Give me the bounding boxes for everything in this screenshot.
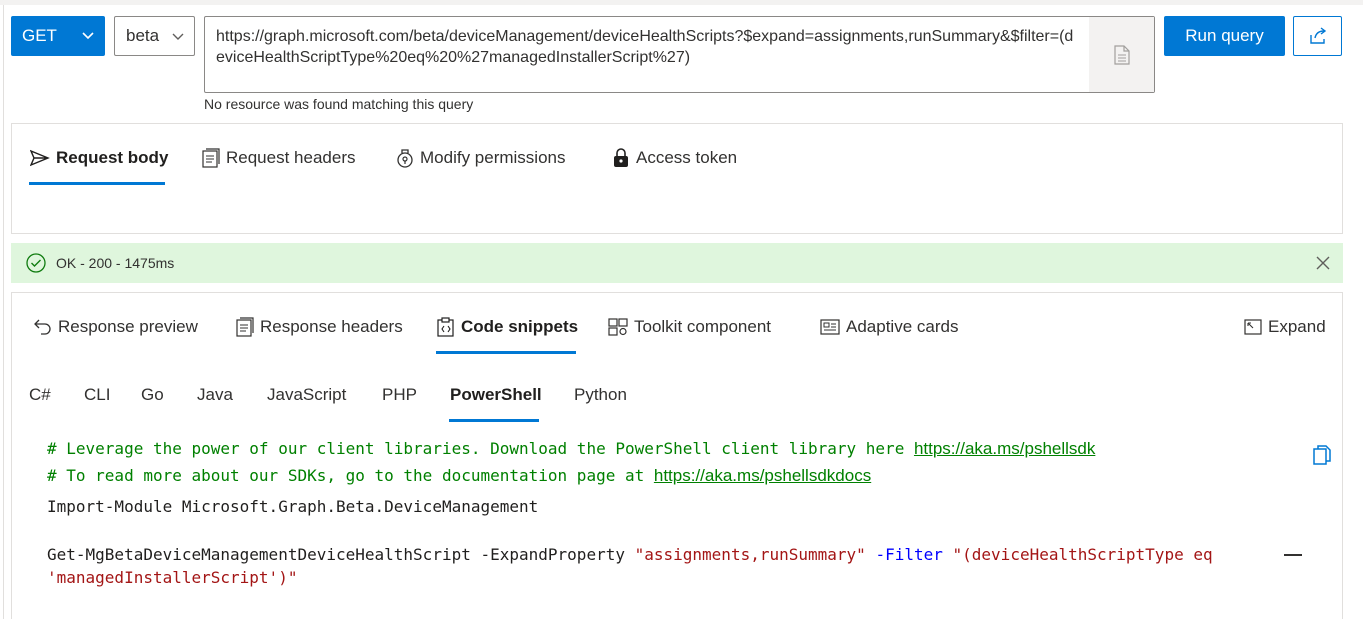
filter-value: "(deviceHealthScriptType eq bbox=[952, 545, 1213, 564]
tab-code-snippets[interactable]: Code snippets bbox=[437, 317, 578, 337]
lang-tab-javascript[interactable]: JavaScript bbox=[267, 385, 346, 405]
share-button[interactable] bbox=[1293, 16, 1342, 56]
lock-icon bbox=[614, 148, 628, 167]
close-icon[interactable] bbox=[1315, 255, 1331, 271]
tab-label: Code snippets bbox=[461, 317, 579, 336]
run-query-button[interactable]: Run query bbox=[1164, 16, 1285, 56]
tab-request-body[interactable]: Request body bbox=[30, 148, 168, 168]
method-label: GET bbox=[22, 26, 57, 45]
tab-response-preview[interactable]: Response preview bbox=[34, 317, 198, 337]
status-bar: OK - 200 - 1475ms bbox=[11, 243, 1343, 283]
tab-access-token[interactable]: Access token bbox=[612, 148, 737, 168]
code-clipboard-icon bbox=[437, 317, 454, 337]
lang-tab-powershell[interactable]: PowerShell bbox=[450, 385, 542, 405]
expand-button[interactable]: Expand bbox=[1244, 317, 1326, 337]
active-tab-indicator bbox=[436, 351, 576, 354]
chevron-down-icon bbox=[172, 33, 184, 40]
tab-toolkit-component[interactable]: Toolkit component bbox=[608, 317, 771, 337]
send-icon bbox=[30, 149, 50, 167]
comment-text: # To read more about our SDKs, go to the… bbox=[47, 466, 654, 485]
collapse-icon[interactable] bbox=[1284, 554, 1302, 556]
check-circle-icon bbox=[26, 253, 46, 273]
lang-tab-go[interactable]: Go bbox=[141, 385, 164, 405]
code-cmdlet-line: Get-MgBetaDeviceManagementDeviceHealthSc… bbox=[47, 545, 1213, 564]
sdk-docs-link[interactable]: https://aka.ms/pshellsdkdocs bbox=[654, 466, 871, 485]
version-label: beta bbox=[126, 26, 160, 45]
filter-param: -Filter bbox=[875, 545, 943, 564]
share-icon bbox=[1309, 27, 1326, 44]
version-dropdown[interactable]: beta bbox=[114, 16, 195, 56]
code-cmdlet-continuation: 'managedInstallerScript')" bbox=[47, 568, 298, 587]
permissions-icon bbox=[397, 149, 413, 168]
tab-label: Request body bbox=[56, 148, 169, 167]
tab-label: Response preview bbox=[58, 317, 198, 336]
tab-adaptive-cards[interactable]: Adaptive cards bbox=[820, 317, 958, 337]
cmdlet-text: Get-MgBetaDeviceManagementDeviceHealthSc… bbox=[47, 545, 635, 564]
undo-icon bbox=[34, 319, 51, 335]
tab-modify-permissions[interactable]: Modify permissions bbox=[396, 148, 566, 168]
top-strip bbox=[0, 0, 1363, 5]
tab-request-headers[interactable]: Request headers bbox=[202, 148, 355, 168]
copy-icon bbox=[1313, 445, 1331, 465]
expand-value: "assignments,runSummary" bbox=[634, 545, 866, 564]
tab-label: Toolkit component bbox=[634, 317, 772, 336]
request-panel bbox=[11, 123, 1343, 234]
active-language-indicator bbox=[449, 419, 539, 422]
code-import-line: Import-Module Microsoft.Graph.Beta.Devic… bbox=[47, 497, 539, 516]
comment-text: # Leverage the power of our client libra… bbox=[47, 439, 914, 458]
toolkit-icon bbox=[608, 318, 628, 336]
method-dropdown[interactable]: GET bbox=[11, 16, 105, 56]
url-input[interactable]: https://graph.microsoft.com/beta/deviceM… bbox=[204, 16, 1155, 93]
left-border bbox=[3, 5, 4, 619]
code-comment-line-2: # To read more about our SDKs, go to the… bbox=[47, 466, 871, 486]
sdk-download-link[interactable]: https://aka.ms/pshellsdk bbox=[914, 439, 1095, 458]
active-tab-indicator bbox=[29, 182, 165, 185]
status-text: OK - 200 - 1475ms bbox=[56, 255, 175, 271]
headers-icon bbox=[236, 317, 254, 337]
card-icon bbox=[820, 319, 840, 335]
lang-tab-java[interactable]: Java bbox=[197, 385, 233, 405]
lang-tab-php[interactable]: PHP bbox=[382, 385, 417, 405]
headers-icon bbox=[202, 148, 220, 168]
tab-label: Access token bbox=[636, 148, 738, 167]
lang-tab-cli[interactable]: CLI bbox=[84, 385, 110, 405]
tab-label: Response headers bbox=[260, 317, 403, 336]
tab-label: Adaptive cards bbox=[846, 317, 959, 336]
expand-label: Expand bbox=[1268, 317, 1326, 336]
tab-response-headers[interactable]: Response headers bbox=[236, 317, 403, 337]
lang-tab-python[interactable]: Python bbox=[574, 385, 627, 405]
code-comment-line-1: # Leverage the power of our client libra… bbox=[47, 439, 1095, 459]
url-error-message: No resource was found matching this quer… bbox=[204, 96, 474, 112]
url-text[interactable]: https://graph.microsoft.com/beta/deviceM… bbox=[216, 26, 1076, 68]
lang-tab-csharp[interactable]: C# bbox=[29, 385, 51, 405]
expand-icon bbox=[1244, 319, 1262, 335]
chevron-down-icon bbox=[82, 32, 94, 40]
docs-button[interactable] bbox=[1089, 17, 1154, 92]
document-icon bbox=[1113, 44, 1130, 65]
copy-button[interactable] bbox=[1312, 444, 1332, 471]
tab-label: Request headers bbox=[226, 148, 356, 167]
tab-label: Modify permissions bbox=[420, 148, 566, 167]
